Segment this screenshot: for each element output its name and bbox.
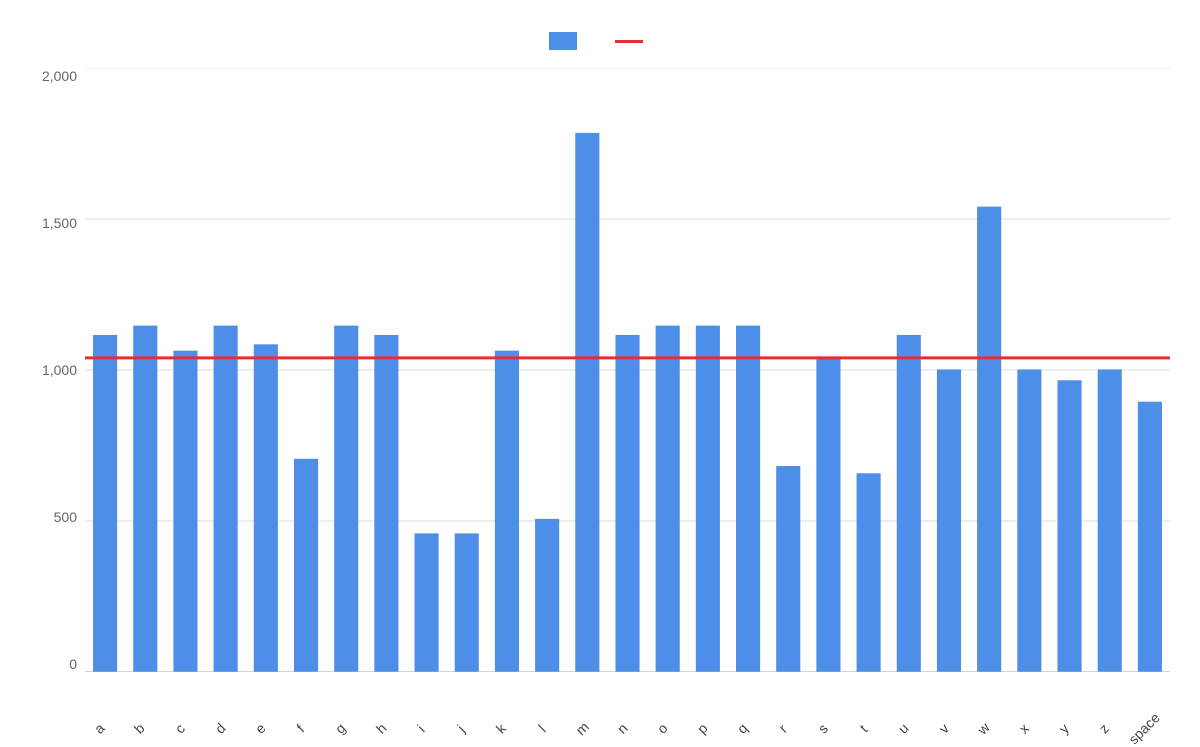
plot-area: abcdefghijklmnopqrstuvwxyzspace — [85, 68, 1170, 742]
legend-bar-icon — [549, 32, 577, 50]
bar-r — [776, 466, 800, 672]
bar-q — [736, 326, 760, 672]
bar-h — [374, 335, 398, 672]
bar-z — [1098, 369, 1122, 672]
bar-c — [173, 351, 197, 672]
x-label: z — [1090, 672, 1130, 742]
bar-w — [977, 207, 1001, 672]
y-tick: 1,500 — [30, 215, 85, 231]
bar-m — [575, 133, 599, 672]
x-label: s — [808, 672, 848, 742]
y-tick: 0 — [30, 656, 85, 672]
y-tick: 500 — [30, 509, 85, 525]
bar-u — [897, 335, 921, 672]
bar-space — [1138, 402, 1162, 672]
y-axis: 2,000 1,500 1,000 500 0 — [30, 68, 85, 742]
bar-y — [1057, 380, 1081, 672]
x-label: space — [1130, 672, 1170, 742]
bar-l — [535, 519, 559, 672]
x-label: u — [889, 672, 929, 742]
legend-line-item — [615, 40, 651, 43]
legend — [549, 32, 651, 50]
bar-o — [656, 326, 680, 672]
bar-v — [937, 369, 961, 672]
x-label: g — [326, 672, 366, 742]
x-label: p — [688, 672, 728, 742]
x-label: k — [487, 672, 527, 742]
x-label: i — [407, 672, 447, 742]
x-label: j — [447, 672, 487, 742]
x-label: x — [1009, 672, 1049, 742]
bar-e — [254, 344, 278, 672]
legend-bar-item — [549, 32, 585, 50]
x-label: r — [768, 672, 808, 742]
x-label: m — [567, 672, 607, 742]
x-label: t — [849, 672, 889, 742]
x-label: q — [728, 672, 768, 742]
bar-s — [816, 357, 840, 672]
x-label: a — [85, 672, 125, 742]
bar-g — [334, 326, 358, 672]
x-label: v — [929, 672, 969, 742]
x-label: h — [366, 672, 406, 742]
bar-p — [696, 326, 720, 672]
x-label: c — [165, 672, 205, 742]
bar-i — [415, 533, 439, 672]
bar-f — [294, 459, 318, 672]
y-tick: 2,000 — [30, 68, 85, 84]
x-label: w — [969, 672, 1009, 742]
x-label: b — [125, 672, 165, 742]
bars-chart — [85, 68, 1170, 672]
x-label: e — [246, 672, 286, 742]
legend-line-icon — [615, 40, 643, 43]
bar-a — [93, 335, 117, 672]
x-label: f — [286, 672, 326, 742]
y-tick: 1,000 — [30, 362, 85, 378]
x-label: l — [527, 672, 567, 742]
bar-n — [615, 335, 639, 672]
bar-j — [455, 533, 479, 672]
x-label: y — [1050, 672, 1090, 742]
chart-area: 2,000 1,500 1,000 500 0 abcdefghijklmnopqrst… — [30, 68, 1170, 742]
bar-d — [214, 326, 238, 672]
x-label: d — [206, 672, 246, 742]
bar-b — [133, 326, 157, 672]
chart-container: 2,000 1,500 1,000 500 0 abcdefghijklmnopqrst… — [0, 0, 1200, 742]
bar-k — [495, 351, 519, 672]
x-label: o — [648, 672, 688, 742]
bar-x — [1017, 369, 1041, 672]
x-label: n — [607, 672, 647, 742]
x-axis-labels: abcdefghijklmnopqrstuvwxyzspace — [85, 672, 1170, 742]
bar-t — [857, 473, 881, 672]
